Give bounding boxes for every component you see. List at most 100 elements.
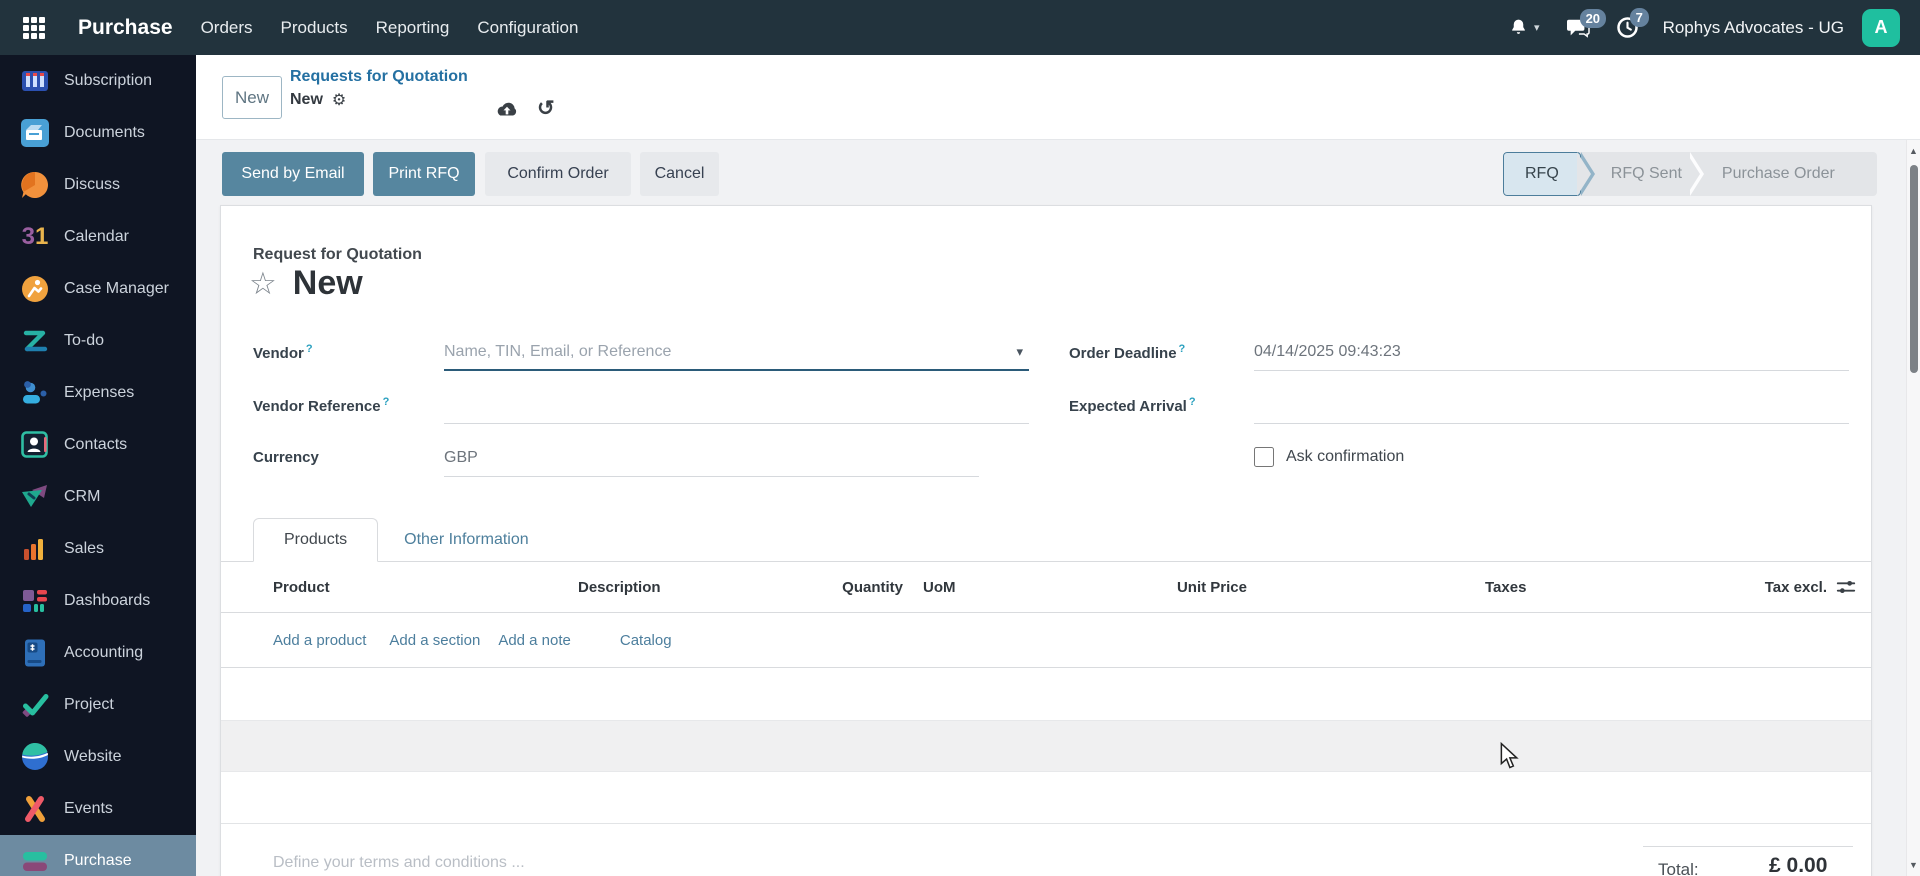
vertical-scrollbar[interactable]: ▲ ▼ (1906, 140, 1920, 876)
documents-icon (18, 116, 52, 150)
expected-arrival-input-wrap (1254, 387, 1849, 424)
menu-reporting[interactable]: Reporting (376, 18, 450, 38)
print-rfq-button[interactable]: Print RFQ (373, 152, 475, 196)
sidebar-label: Website (64, 748, 122, 765)
vendor-dropdown-caret-icon[interactable]: ▾ (1010, 344, 1029, 360)
favorite-star-icon[interactable]: ☆ (249, 268, 277, 299)
empty-row (221, 720, 1871, 772)
add-a-section-link[interactable]: Add a section (389, 632, 480, 649)
sidebar-label: Contacts (64, 436, 128, 453)
sidebar-label: To-do (64, 332, 105, 349)
crm-icon (18, 480, 52, 514)
help-icon[interactable]: ? (383, 396, 390, 408)
apps-sidebar: Subscription Documents Discuss 31 Calend… (0, 55, 196, 876)
dashboards-icon (18, 584, 52, 618)
terms-placeholder[interactable]: Define your terms and conditions ... (273, 854, 525, 872)
order-lines-actions: Add a product Add a section Add a note C… (221, 613, 1871, 668)
currency-label: Currency (253, 440, 444, 466)
apps-grid-icon[interactable] (21, 15, 47, 41)
send-by-email-button[interactable]: Send by Email (222, 152, 364, 196)
scrollbar-thumb[interactable] (1910, 165, 1918, 373)
col-tax-excl: Tax excl. (1647, 576, 1857, 598)
vendor-reference-label-text: Vendor Reference (253, 398, 381, 415)
sidebar-item-purchase[interactable]: Purchase (0, 835, 196, 876)
sidebar-item-crm[interactable]: CRM (0, 471, 196, 523)
cancel-button[interactable]: Cancel (640, 152, 719, 196)
help-icon[interactable]: ? (1179, 343, 1186, 355)
contacts-icon (18, 428, 52, 462)
save-cloud-icon[interactable] (495, 101, 519, 119)
odoo-purchase-rfq-screen: Purchase Orders Products Reporting Confi… (0, 0, 1920, 876)
sidebar-item-todo[interactable]: To-do (0, 315, 196, 367)
sidebar-label: Documents (64, 124, 145, 141)
menu-configuration[interactable]: Configuration (477, 18, 578, 38)
col-description: Description (578, 578, 661, 596)
topbar: Purchase Orders Products Reporting Confi… (0, 0, 1920, 55)
expenses-icon (18, 376, 52, 410)
help-icon[interactable]: ? (1189, 396, 1196, 408)
vendor-input-wrap: ▾ (444, 334, 1029, 371)
new-record-button[interactable]: New (222, 76, 282, 119)
scroll-up-arrow-icon[interactable]: ▲ (1907, 146, 1920, 156)
ask-confirmation-checkbox[interactable] (1254, 447, 1274, 467)
sidebar-item-expenses[interactable]: Expenses (0, 367, 196, 419)
notifications-bell[interactable]: ▾ (1509, 17, 1540, 38)
vendor-label-text: Vendor (253, 345, 304, 362)
stage-rfq-sent[interactable]: RFQ Sent (1597, 152, 1690, 196)
catalog-link[interactable]: Catalog (620, 632, 672, 649)
discard-undo-icon[interactable]: ↺ (537, 96, 555, 121)
record-title: New (292, 264, 363, 302)
vendor-input[interactable] (444, 342, 1011, 361)
vendor-reference-label: Vendor Reference? (253, 387, 444, 415)
sidebar-item-events[interactable]: Events (0, 783, 196, 835)
order-deadline-input[interactable] (1254, 343, 1849, 361)
sidebar-item-accounting[interactable]: Accounting (0, 627, 196, 679)
purchase-icon (18, 844, 52, 876)
todo-icon (18, 324, 52, 358)
activities-button[interactable]: 7 (1616, 8, 1649, 39)
menu-products[interactable]: Products (281, 18, 348, 38)
sidebar-item-documents[interactable]: Documents (0, 107, 196, 159)
company-switcher[interactable]: Rophys Advocates - UG (1663, 18, 1844, 38)
sidebar-label: Subscription (64, 72, 153, 89)
confirm-order-button[interactable]: Confirm Order (485, 152, 631, 196)
total-separator (1643, 846, 1853, 847)
calendar-icon: 31 (18, 220, 52, 254)
messages-button[interactable]: 20 (1566, 8, 1607, 39)
stage-purchase-order[interactable]: Purchase Order (1706, 152, 1845, 196)
scroll-down-arrow-icon[interactable]: ▼ (1907, 860, 1920, 870)
subscription-icon (18, 64, 52, 98)
sidebar-item-dashboards[interactable]: Dashboards (0, 575, 196, 627)
stage-rfq[interactable]: RFQ (1503, 152, 1581, 196)
sidebar-item-subscription[interactable]: Subscription (0, 55, 196, 107)
gear-icon[interactable]: ⚙ (332, 90, 346, 110)
sidebar-item-project[interactable]: Project (0, 679, 196, 731)
col-product: Product (273, 578, 330, 596)
add-a-note-link[interactable]: Add a note (498, 632, 571, 649)
sidebar-item-case-manager[interactable]: Case Manager (0, 263, 196, 315)
help-icon[interactable]: ? (306, 343, 313, 355)
sidebar-label: Purchase (64, 852, 132, 869)
empty-label-cell (1069, 440, 1254, 449)
currency-input[interactable] (444, 449, 979, 467)
vendor-reference-input[interactable] (444, 396, 1029, 414)
expected-arrival-input[interactable] (1254, 396, 1849, 414)
sidebar-item-website[interactable]: Website (0, 731, 196, 783)
sidebar-item-sales[interactable]: Sales (0, 523, 196, 575)
sidebar-item-calendar[interactable]: 31 Calendar (0, 211, 196, 263)
tab-products[interactable]: Products (253, 518, 379, 562)
status-pipeline: RFQ RFQ Sent Purchase Order (1503, 152, 1877, 196)
sidebar-item-discuss[interactable]: Discuss (0, 159, 196, 211)
empty-row (221, 772, 1871, 824)
app-name[interactable]: Purchase (78, 16, 173, 40)
col-taxes: Taxes (1485, 578, 1527, 596)
tab-other-information[interactable]: Other Information (378, 519, 555, 561)
breadcrumb-parent-link[interactable]: Requests for Quotation (290, 68, 468, 86)
sales-icon (18, 532, 52, 566)
optional-columns-icon[interactable] (1835, 576, 1857, 598)
sidebar-label: Calendar (64, 228, 129, 245)
add-a-product-link[interactable]: Add a product (273, 632, 366, 649)
sidebar-item-contacts[interactable]: Contacts (0, 419, 196, 471)
user-avatar[interactable]: A (1862, 8, 1900, 47)
menu-orders[interactable]: Orders (201, 18, 253, 38)
